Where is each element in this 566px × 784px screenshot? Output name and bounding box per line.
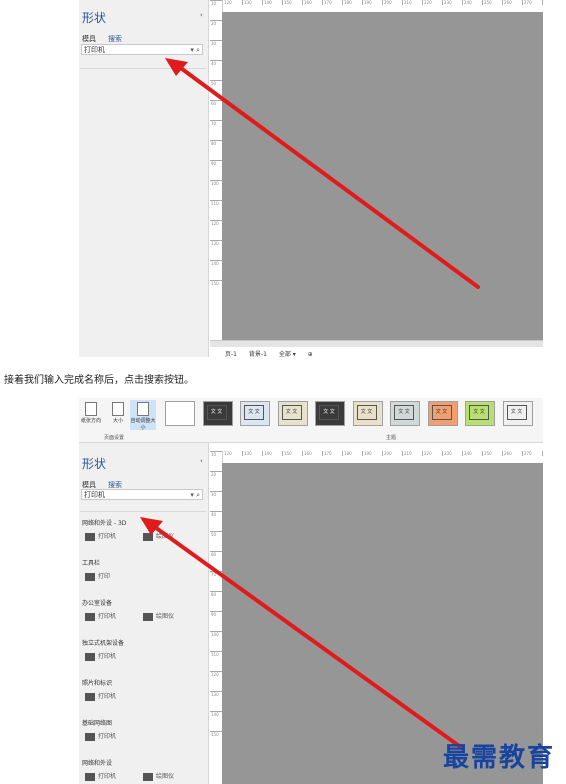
annotation-arrows [140,58,480,750]
arrow-to-results [150,523,464,750]
watermark-logo: 最需教育 [443,743,556,773]
arrow-to-search-box [176,64,480,289]
